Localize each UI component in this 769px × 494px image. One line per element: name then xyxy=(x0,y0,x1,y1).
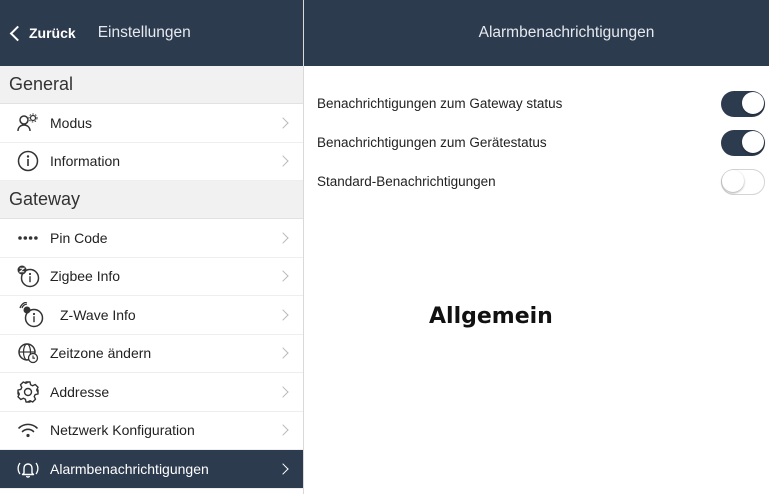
zigbee-info-icon xyxy=(6,264,50,288)
back-button[interactable]: Zurück xyxy=(9,25,76,42)
standard-toggle[interactable] xyxy=(721,168,765,195)
toggle-knob xyxy=(742,91,764,114)
chevron-right-icon xyxy=(277,424,289,436)
chevron-right-icon xyxy=(277,232,289,244)
sidebar-item-addresse[interactable]: Addresse xyxy=(0,373,303,412)
chevron-right-icon xyxy=(277,270,289,282)
sidebar-item-label: Zigbee Info xyxy=(50,268,121,285)
sidebar-item-modus[interactable]: Modus xyxy=(0,104,303,143)
setting-label: Standard-Benachrichtigungen xyxy=(317,174,496,189)
sidebar-item-z-wave-info[interactable]: Z-Wave Info xyxy=(0,296,303,335)
sidebar-item-label: Z-Wave Info xyxy=(60,306,136,323)
chevron-right-icon xyxy=(277,347,289,359)
toggle-knob xyxy=(722,169,744,192)
back-button-label: Zurück xyxy=(29,25,76,41)
chevron-right-icon xyxy=(277,155,289,167)
setting-row-standard: Standard-Benachrichtigungen xyxy=(304,162,769,201)
sidebar-item-label: Modus xyxy=(50,114,93,131)
setting-row-geraetestatus: Benachrichtigungen zum Gerätestatus xyxy=(304,123,769,162)
sidebar: Zurück Einstellungen General Modus Infor… xyxy=(0,0,304,494)
setting-label: Benachrichtigungen zum Gateway status xyxy=(317,96,563,111)
chevron-left-icon xyxy=(9,25,26,42)
main-header: Alarmbenachrichtigungen xyxy=(304,0,769,66)
sidebar-item-alarmbenachrichtigungen[interactable]: Alarmbenachrichtigungen xyxy=(0,450,303,489)
globe-clock-icon xyxy=(6,342,50,364)
sidebar-item-pin-code[interactable]: Pin Code xyxy=(0,219,303,258)
wifi-icon xyxy=(6,421,50,439)
chevron-right-icon xyxy=(277,117,289,129)
alarm-bell-icon xyxy=(6,459,50,479)
main-panel: Alarmbenachrichtigungen Benachrichtigung… xyxy=(304,0,769,494)
users-gear-icon xyxy=(6,113,50,133)
sidebar-item-netzwerk[interactable]: Netzwerk Konfiguration xyxy=(0,412,303,450)
sidebar-item-zigbee-info[interactable]: Zigbee Info xyxy=(0,258,303,296)
page-title: Alarmbenachrichtigungen xyxy=(478,24,655,41)
overlay-label: Allgemein xyxy=(429,304,553,329)
sidebar-item-label: Addresse xyxy=(50,383,110,400)
sidebar-item-zeitzone[interactable]: Zeitzone ändern xyxy=(0,335,303,373)
setting-row-gateway-status: Benachrichtigungen zum Gateway status xyxy=(304,84,769,123)
sidebar-item-label: Alarmbenachrichtigungen xyxy=(50,460,209,477)
chevron-right-icon xyxy=(277,309,289,321)
sidebar-item-label: Netzwerk Konfiguration xyxy=(50,422,195,439)
geraetestatus-toggle[interactable] xyxy=(721,129,765,156)
gear-icon xyxy=(6,381,50,403)
sidebar-item-label: Information xyxy=(50,153,121,170)
section-header-gateway: Gateway xyxy=(0,181,303,219)
settings-list: Benachrichtigungen zum Gateway status Be… xyxy=(304,66,769,201)
toggle-knob xyxy=(742,130,764,153)
sidebar-item-label: Pin Code xyxy=(50,229,108,246)
chevron-right-icon xyxy=(277,386,289,398)
setting-label: Benachrichtigungen zum Gerätestatus xyxy=(317,135,547,150)
info-circle-icon xyxy=(6,150,50,172)
chevron-right-icon xyxy=(277,463,289,475)
app-window: Zurück Einstellungen General Modus Infor… xyxy=(0,0,769,494)
sidebar-header: Zurück Einstellungen xyxy=(0,0,303,66)
sidebar-title: Einstellungen xyxy=(97,24,191,41)
sidebar-item-information[interactable]: Information xyxy=(0,143,303,181)
gateway-status-toggle[interactable] xyxy=(721,90,765,117)
sidebar-item-label: Zeitzone ändern xyxy=(50,345,152,362)
zwave-info-icon xyxy=(10,301,54,328)
dots-icon xyxy=(6,235,50,241)
section-header-general: General xyxy=(0,66,303,104)
